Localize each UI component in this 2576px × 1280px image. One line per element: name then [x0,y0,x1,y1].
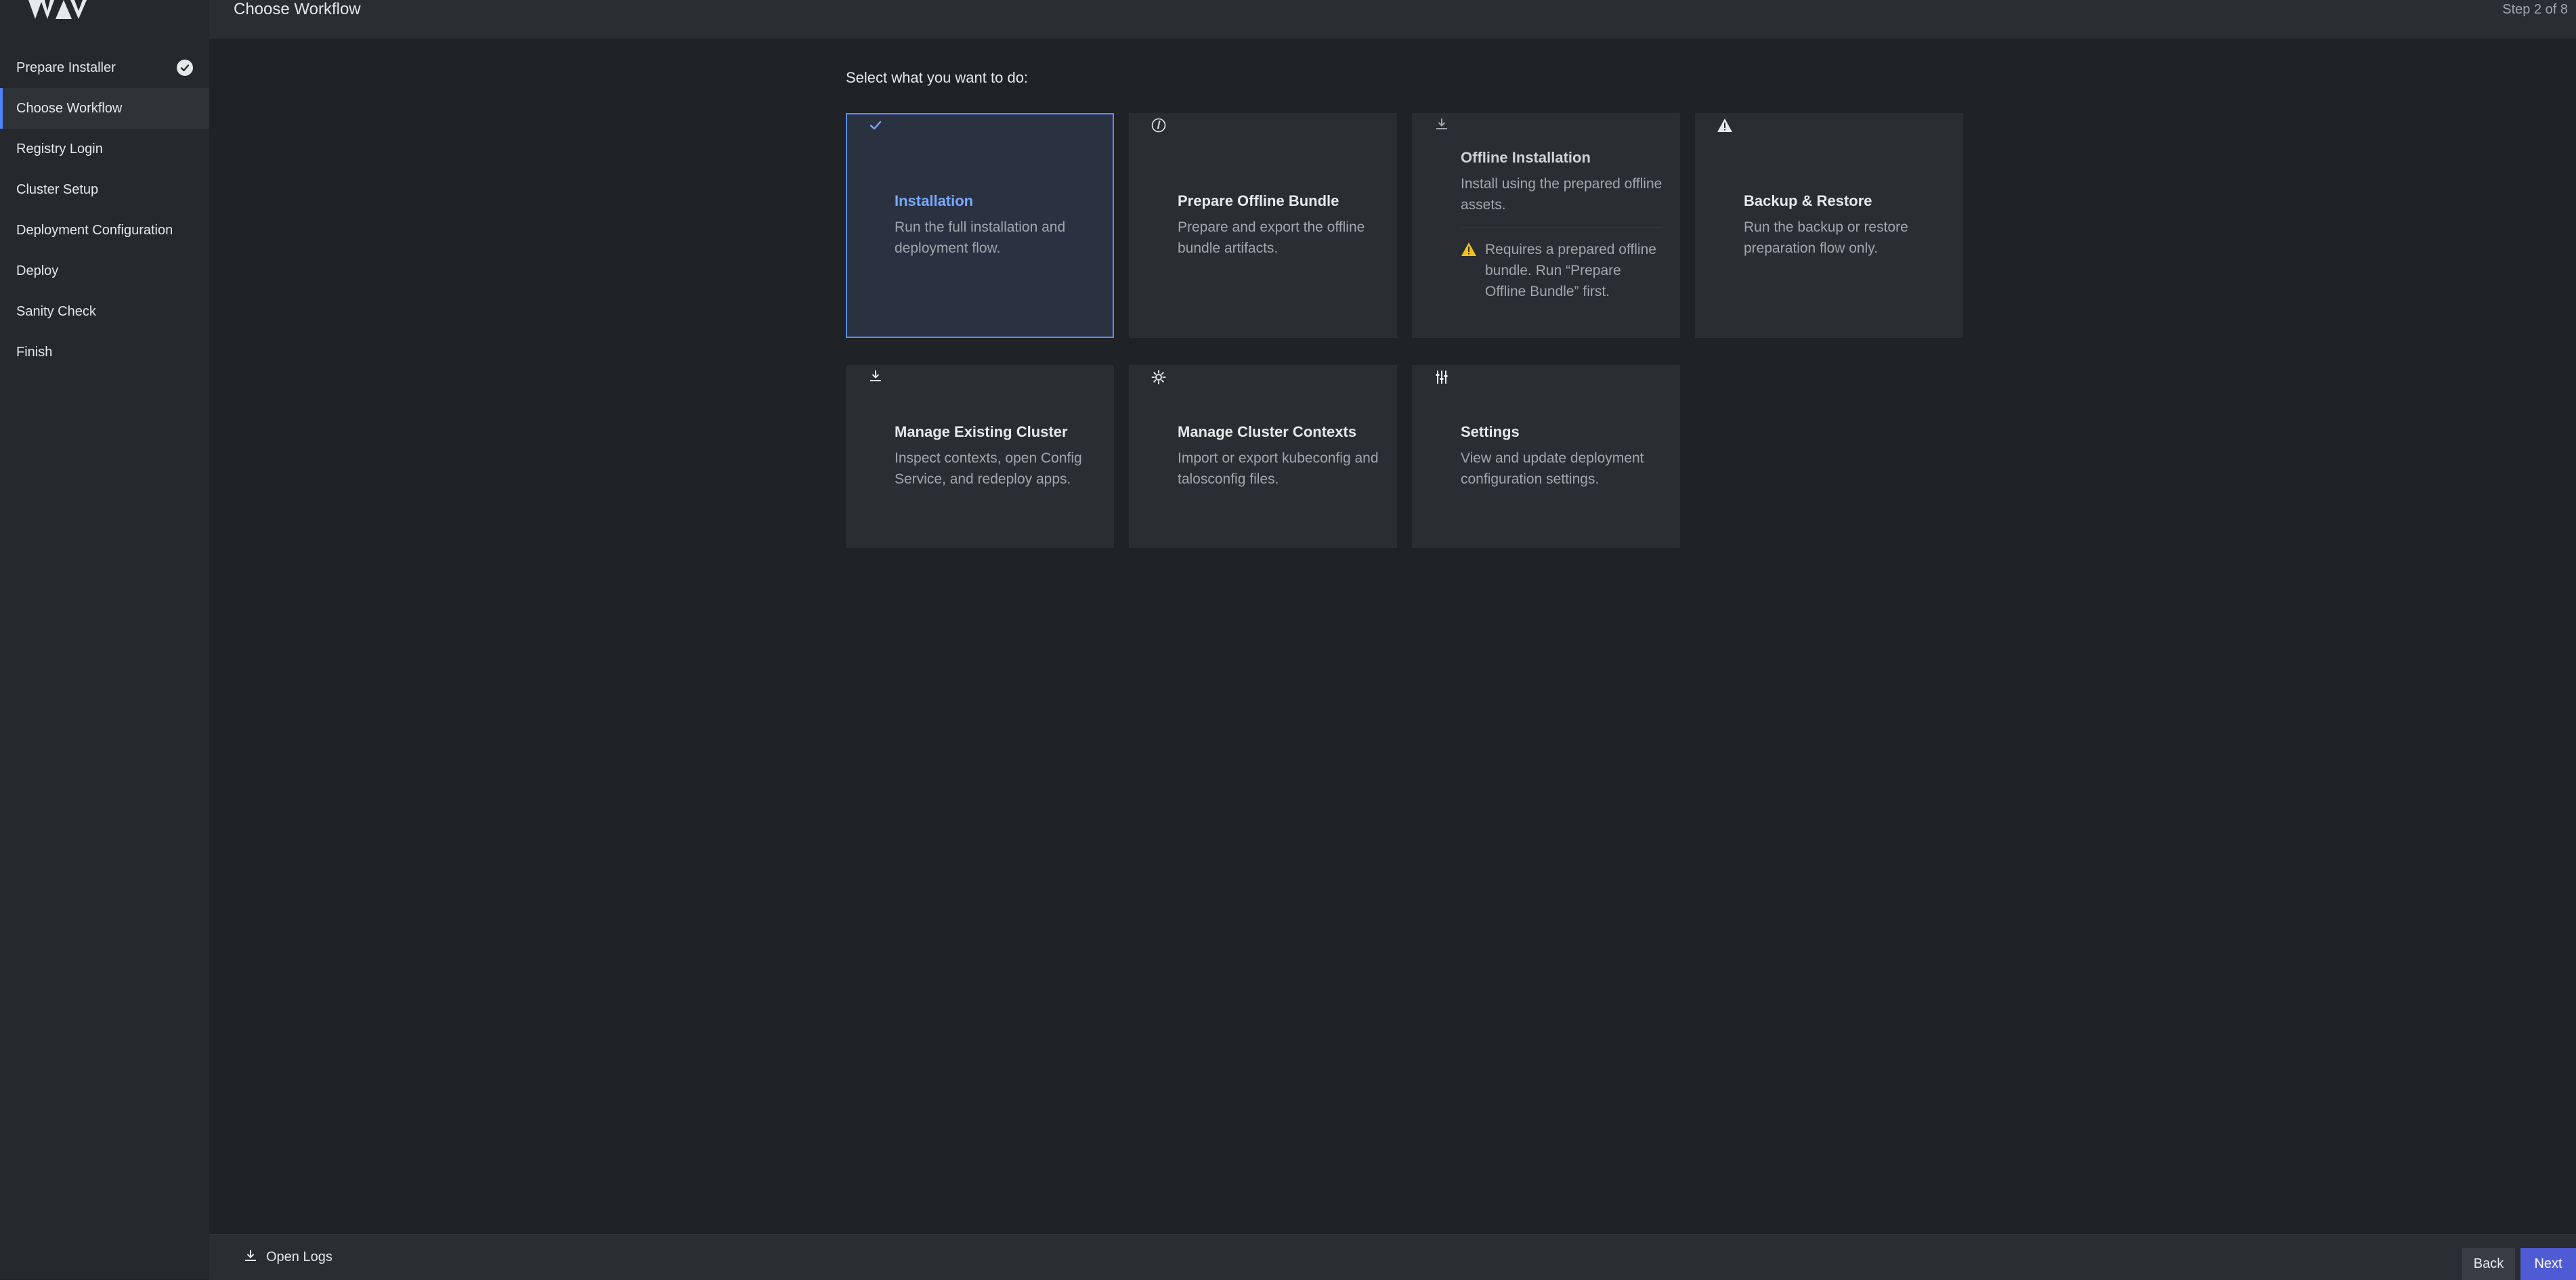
card-description: Prepare and export the offline bundle ar… [1178,219,1365,256]
completed-check-icon [177,60,193,76]
sidebar-item-label: Registry Login [16,141,103,156]
download-icon [1434,116,1450,132]
open-logs-button[interactable]: Open Logs [243,1235,332,1280]
sidebar-item-finish[interactable]: Finish [0,332,209,372]
workflow-card-manage-existing-cluster[interactable]: Manage Existing Cluster Inspect contexts… [846,365,1114,548]
sliders-icon [1434,369,1450,385]
card-description: Inspect contexts, open Config Service, a… [895,450,1082,487]
sidebar-item-registry-login[interactable]: Registry Login [0,129,209,169]
sidebar-item-label: Sanity Check [16,303,96,319]
sidebar-item-choose-workflow[interactable]: Choose Workflow [0,88,209,129]
card-title: Offline Installation [1461,149,1591,166]
download-icon [243,1248,258,1267]
card-title: Installation [895,192,974,209]
sidebar-item-label: Finish [16,344,53,360]
next-button[interactable]: Next [2520,1248,2576,1280]
card-description: Run the full installation and deployment… [895,219,1066,256]
card-description: Import or export kubeconfig and taloscon… [1178,450,1379,487]
download-icon [867,368,884,384]
warning-text: Requires a prepared offline bundle. Run … [1485,242,1656,299]
check-icon [867,117,884,133]
offline-warning: Requires a prepared offline bundle. Run … [1461,228,1662,302]
header: Choose Workflow Step 2 of 8 [209,0,2576,39]
sidebar-item-sanity-check[interactable]: Sanity Check [0,291,209,332]
gear-icon [1151,369,1167,385]
workflow-card-settings[interactable]: Settings View and update deployment conf… [1412,365,1680,548]
sidebar-item-label: Cluster Setup [16,182,99,197]
card-title: Settings [1461,423,1520,440]
warning-icon [1717,117,1733,133]
sidebar-nav: Prepare Installer Choose Workflow Regist… [0,47,209,372]
sidebar-item-deploy[interactable]: Deploy [0,251,209,291]
sidebar-item-cluster-setup[interactable]: Cluster Setup [0,169,209,210]
sidebar-item-prepare-installer[interactable]: Prepare Installer [0,47,209,88]
sidebar: Prepare Installer Choose Workflow Regist… [0,0,210,1279]
page-title: Choose Workflow [234,0,361,18]
workflow-card-backup-restore[interactable]: Backup & Restore Run the backup or resto… [1695,113,1963,338]
workflow-prompt: Select what you want to do: [846,69,1029,86]
open-logs-label: Open Logs [266,1250,332,1264]
sidebar-item-label: Deploy [16,263,59,278]
warning-triangle-icon [1461,242,1477,302]
card-description: View and update deployment configuration… [1461,450,1644,487]
sidebar-item-deployment-configuration[interactable]: Deployment Configuration [0,210,209,251]
workflow-card-offline-installation[interactable]: Offline Installation Install using the p… [1412,113,1680,338]
back-button[interactable]: Back [2462,1248,2515,1280]
card-description: Install using the prepared offline asset… [1461,176,1662,213]
footer: Open Logs Back Next [209,1234,2576,1280]
main-content: Select what you want to do: Installation… [209,39,2576,1234]
card-title: Manage Existing Cluster [895,423,1068,440]
card-title: Manage Cluster Contexts [1178,423,1357,440]
card-title: Prepare Offline Bundle [1178,192,1339,209]
step-indicator: Step 2 of 8 [2502,2,2568,17]
card-title: Backup & Restore [1744,192,1872,209]
workflow-card-manage-cluster-contexts[interactable]: Manage Cluster Contexts Import or export… [1129,365,1397,548]
sidebar-item-label: Deployment Configuration [16,222,173,238]
workflow-card-installation[interactable]: Installation Run the full installation a… [846,113,1114,338]
card-description: Run the backup or restore preparation fl… [1744,219,1908,256]
logo [28,0,96,27]
sidebar-item-label: Prepare Installer [16,60,116,75]
workflow-card-prepare-offline-bundle[interactable]: Prepare Offline Bundle Prepare and expor… [1129,113,1397,338]
sidebar-item-label: Choose Workflow [16,100,123,116]
info-icon [1151,117,1167,133]
